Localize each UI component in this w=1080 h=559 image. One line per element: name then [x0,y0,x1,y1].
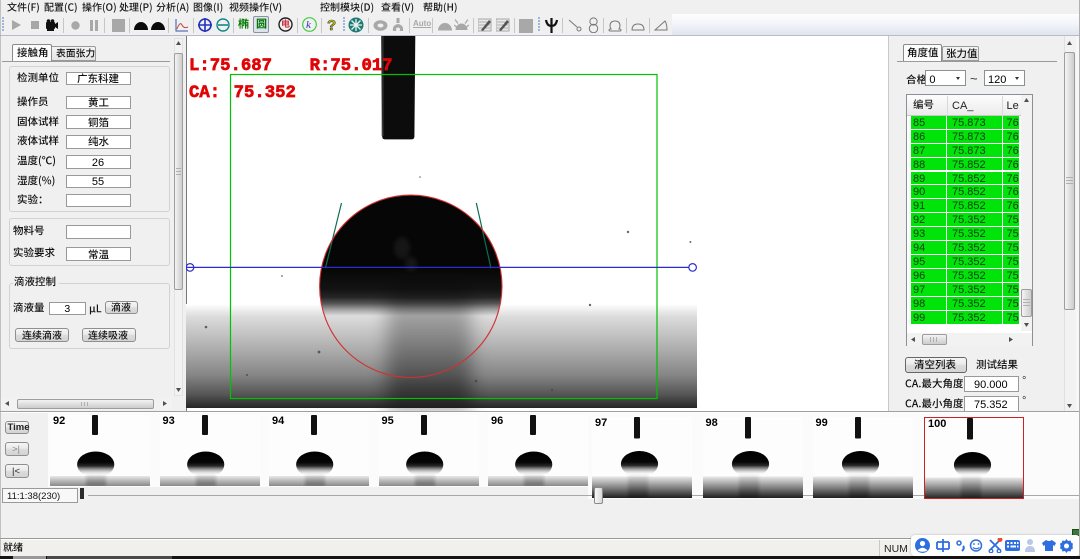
svg-text:?: ? [327,17,336,33]
svg-text:k: k [306,19,312,31]
